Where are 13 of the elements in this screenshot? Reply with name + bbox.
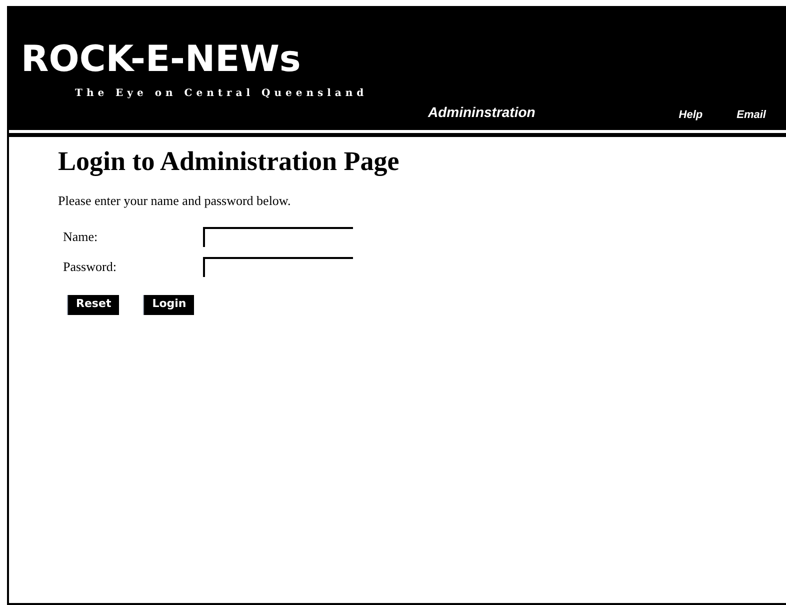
intro-text: Please enter your name and password below. [58, 192, 291, 210]
input-field[interactable] [203, 256, 353, 276]
field-label: Name: [63, 228, 99, 246]
tagline: The Eye on Central Queensland [75, 87, 368, 101]
section-title: Admininstration [428, 103, 536, 122]
reset-button[interactable]: Reset [67, 294, 120, 314]
nav-link[interactable]: Help [678, 106, 703, 123]
page-title: Login to Administration Page [58, 145, 400, 177]
field-label: Password: [63, 258, 118, 276]
nav-link[interactable]: Email [736, 106, 766, 123]
input-field[interactable] [203, 226, 353, 246]
login-button[interactable]: Login [143, 294, 194, 314]
site-logo: ROCK-E-NEWs [21, 40, 301, 80]
